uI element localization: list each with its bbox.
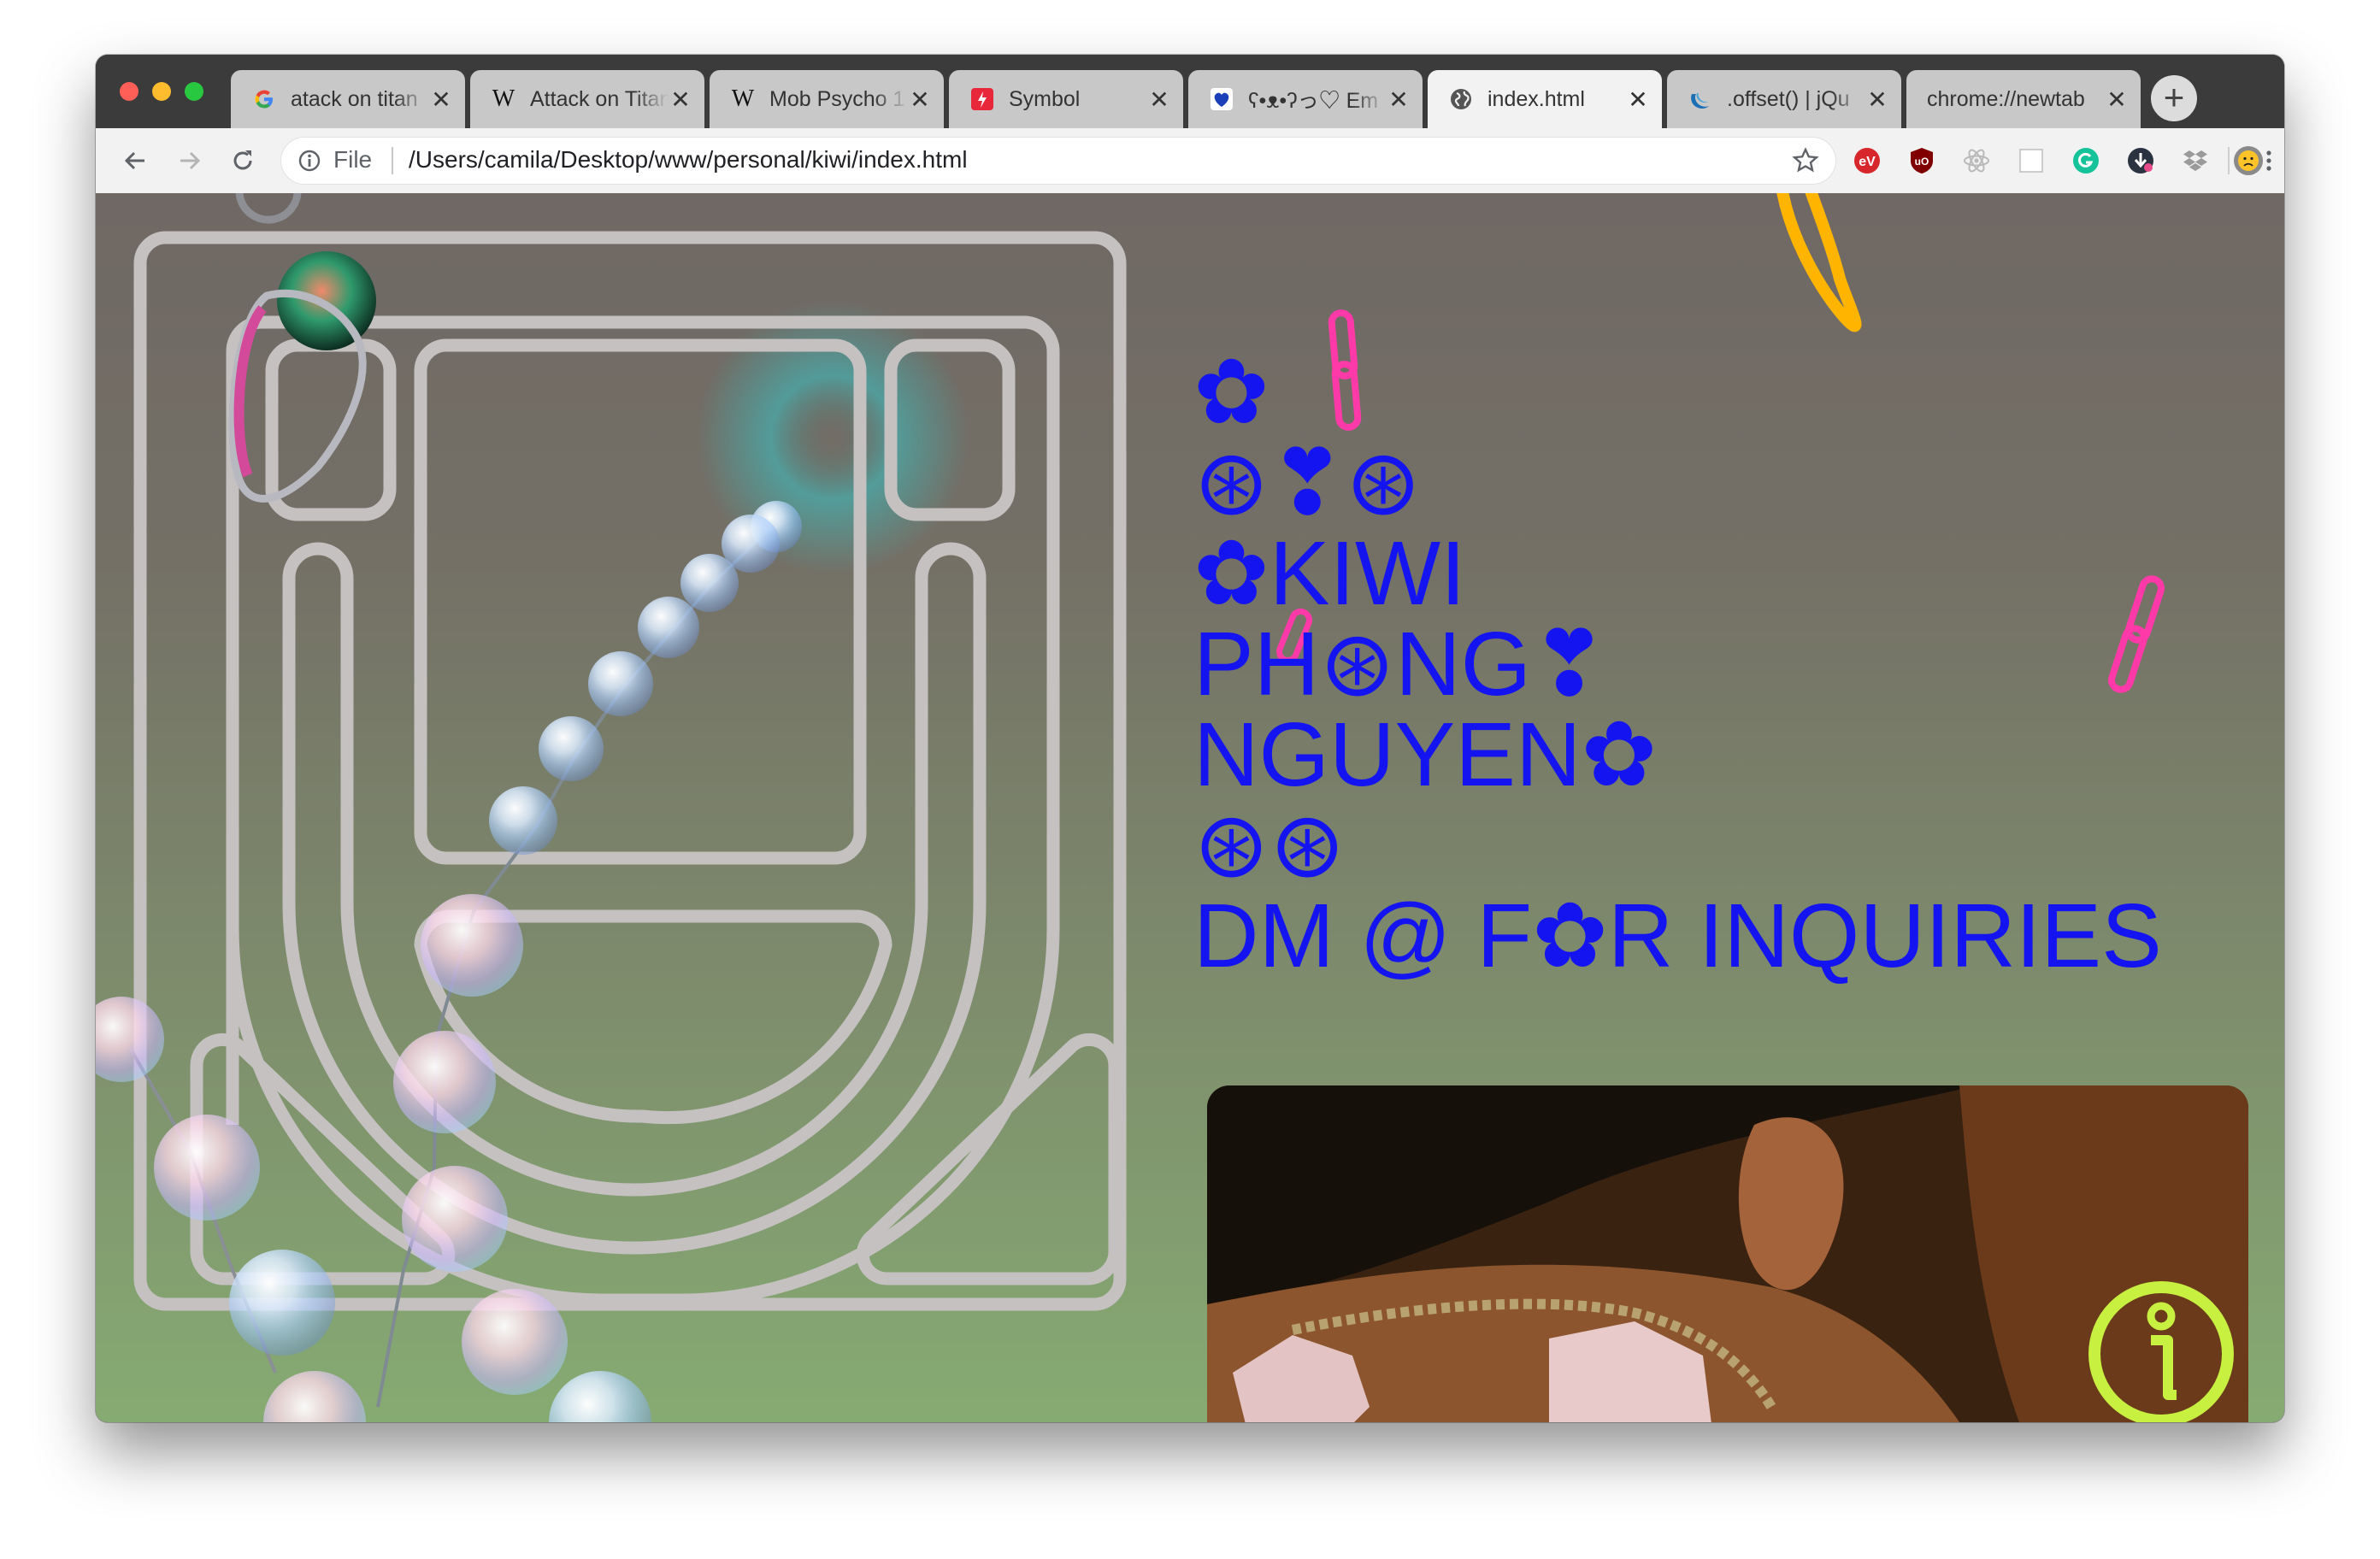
browser-window: atack on titan ✕ W Attack on Titan ✕ W M… xyxy=(96,55,2284,1422)
headline-line-5: NGUYEN✿ xyxy=(1193,704,1658,805)
headline: ✿ ⊛❣⊛ ✿KIWI PH⊛NG❣ NGUYEN✿ ⊛⊛ DM @ F✿R I… xyxy=(1193,347,2219,981)
close-tab-icon[interactable]: ✕ xyxy=(429,85,453,114)
close-tab-icon[interactable]: ✕ xyxy=(1387,85,1411,114)
headline-line-4: PH⊛NG❣ xyxy=(1193,614,1607,715)
tab-chrome-newtab[interactable]: chrome://newtab ✕ xyxy=(1906,70,2141,128)
outline-logo xyxy=(133,231,1127,1311)
bead-strand-1 xyxy=(376,501,802,1422)
wikipedia-icon: W xyxy=(492,85,515,112)
ev-icon[interactable]: eV xyxy=(1852,145,1882,176)
close-tab-icon[interactable]: ✕ xyxy=(908,85,932,114)
close-tab-icon[interactable]: ✕ xyxy=(1626,85,1650,114)
bookmark-star-icon[interactable] xyxy=(1792,147,1819,174)
wikipedia-icon: W xyxy=(731,85,755,112)
address-bar[interactable]: File /Users/camila/Desktop/www/personal/… xyxy=(280,137,1836,185)
scheme-label: File xyxy=(333,146,373,173)
forward-button[interactable] xyxy=(174,145,205,176)
close-tab-icon[interactable]: ✕ xyxy=(1865,85,1889,114)
react-icon[interactable] xyxy=(1961,145,1992,176)
close-tab-icon[interactable]: ✕ xyxy=(2105,85,2129,114)
dropbox-icon[interactable] xyxy=(2180,145,2211,176)
close-tab-icon[interactable]: ✕ xyxy=(669,85,692,114)
browser-toolbar: File /Users/camila/Desktop/www/personal/… xyxy=(96,128,2284,195)
tab-emoticons[interactable]: ʕ•ᴥ•ʔっ♡ Em ✕ xyxy=(1188,70,1423,128)
tab-title: Attack on Titan xyxy=(530,86,669,111)
info-icon[interactable] xyxy=(2084,1277,2238,1422)
heart-icon xyxy=(1209,86,1234,112)
back-button[interactable] xyxy=(120,145,150,176)
tab-title: .offset() | jQu xyxy=(1727,86,1850,111)
tab-atack-on-titan[interactable]: atack on titan ✕ xyxy=(231,70,465,128)
info-icon[interactable] xyxy=(298,149,321,173)
google-icon xyxy=(251,86,277,112)
tab-index-html[interactable]: index.html ✕ xyxy=(1428,70,1662,128)
globe-icon xyxy=(1448,86,1474,112)
tab-attack-on-titan[interactable]: W Attack on Titan ✕ xyxy=(470,70,704,128)
ublock-icon[interactable]: uO xyxy=(1906,145,1937,176)
tab-title: Symbol xyxy=(1009,86,1081,111)
grammarly-icon[interactable] xyxy=(2071,145,2101,176)
tab-title: ʕ•ᴥ•ʔっ♡ Em xyxy=(1248,89,1379,113)
close-window-button[interactable] xyxy=(120,82,138,101)
reload-icon xyxy=(233,150,252,170)
tab-symbol[interactable]: Symbol ✕ xyxy=(949,70,1183,128)
close-tab-icon[interactable]: ✕ xyxy=(1147,85,1171,114)
tab-strip: atack on titan ✕ W Attack on Titan ✕ W M… xyxy=(96,55,2284,128)
headline-line-1: ✿ xyxy=(1193,342,1270,443)
jquery-icon xyxy=(1688,86,1713,112)
arrow-left-icon xyxy=(124,151,144,170)
tab-mob-psycho[interactable]: W Mob Psycho 1 ✕ xyxy=(710,70,944,128)
headline-line-7[interactable]: DM @ F✿R INQUIRIES xyxy=(1193,891,2219,981)
tab-title: chrome://newtab xyxy=(1927,86,2085,111)
reload-button[interactable] xyxy=(227,145,258,176)
headline-line-2: ⊛❣⊛ xyxy=(1193,432,1422,533)
page-content: ✿ ⊛❣⊛ ✿KIWI PH⊛NG❣ NGUYEN✿ ⊛⊛ DM @ F✿R I… xyxy=(96,193,2284,1422)
address-separator xyxy=(392,147,393,174)
tab-jquery-offset[interactable]: .offset() | jQu ✕ xyxy=(1667,70,1901,128)
tab-title: Mob Psycho 1 xyxy=(769,86,905,111)
orange-ring xyxy=(1776,193,1862,332)
url-text[interactable]: /Users/camila/Desktop/www/personal/kiwi/… xyxy=(409,146,968,174)
headline-line-3: ✿KIWI xyxy=(1193,523,1466,624)
arrow-right-icon xyxy=(180,151,201,170)
toolbar-divider xyxy=(2228,147,2230,174)
download-icon[interactable] xyxy=(2125,145,2156,176)
minimize-window-button[interactable] xyxy=(152,82,171,101)
zoom-window-button[interactable] xyxy=(185,82,203,101)
headline-line-6: ⊛⊛ xyxy=(1193,795,1346,896)
new-tab-button[interactable]: + xyxy=(2151,75,2197,121)
svg-text:eV: eV xyxy=(1859,155,1876,169)
menu-kebab-icon[interactable] xyxy=(2259,145,2279,176)
symbol-app-icon xyxy=(969,86,995,112)
svg-text:uO: uO xyxy=(1915,156,1929,168)
tab-title: index.html xyxy=(1488,86,1585,111)
tab-title: atack on titan xyxy=(291,86,418,111)
page-icon[interactable] xyxy=(2016,145,2047,176)
